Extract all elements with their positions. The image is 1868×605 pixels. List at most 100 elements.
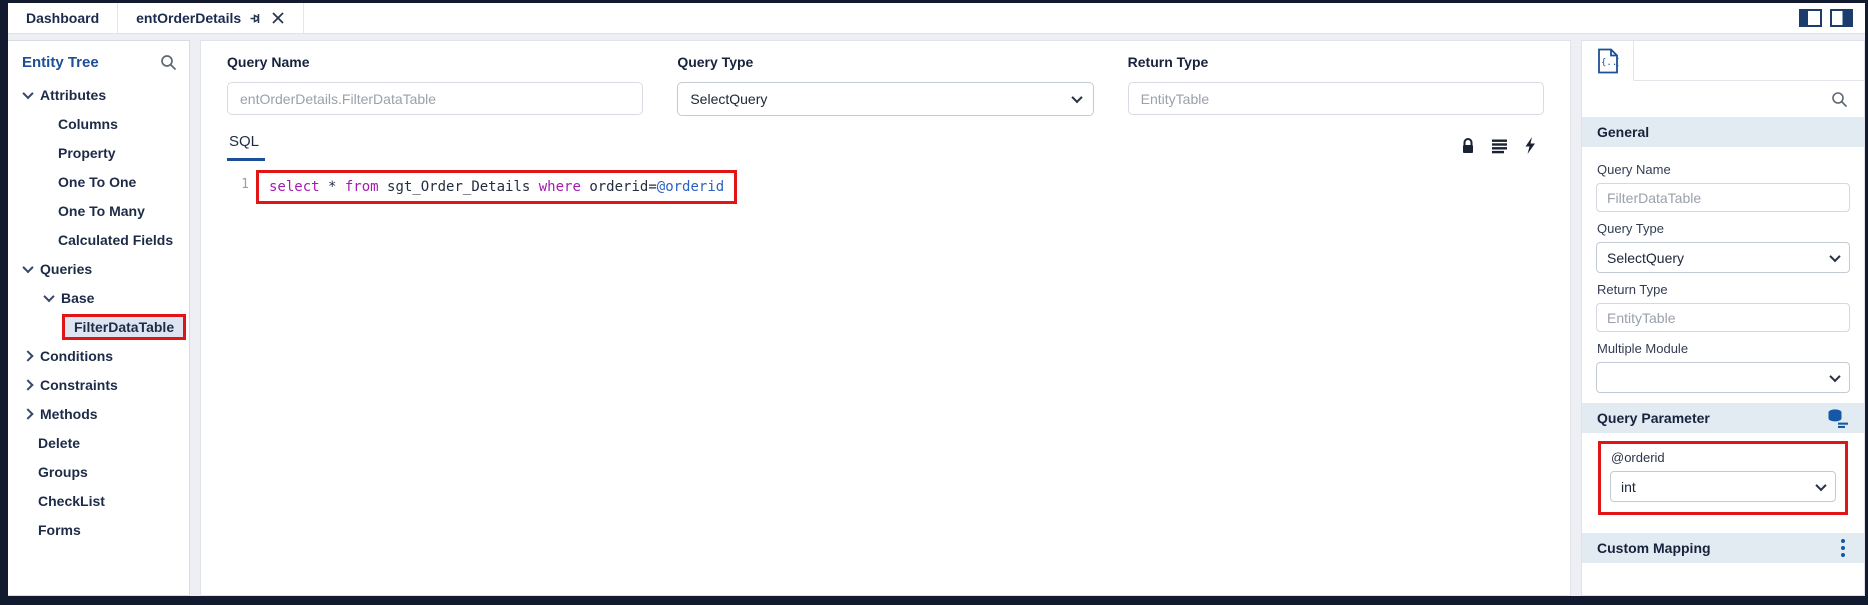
tab-entorderdetails[interactable]: entOrderDetails [118,3,305,33]
tab-label: Dashboard [26,10,100,26]
query-type-label: Query Type [677,54,754,70]
search-icon[interactable] [160,54,177,71]
inspector-query-type-value: SelectQuery [1607,249,1685,266]
properties-panel: {..} General Query Name Query [1581,40,1865,596]
general-section-title: General [1597,124,1650,140]
multiple-module-select[interactable] [1596,362,1850,393]
tree-item-columns[interactable]: Columns [8,109,189,138]
tree-item-queries[interactable]: Queries [8,254,189,283]
chevron-down-icon [1829,250,1841,262]
selected-item-highlight: FilterDataTable [62,313,186,340]
chevron-right-icon [22,378,34,391]
format-lines-icon[interactable] [1491,138,1508,154]
parameter-highlight: @orderid int [1598,441,1848,515]
document-tab-bar: Dashboard entOrderDetails [8,3,1865,34]
multiple-module-label: Multiple Module [1597,341,1689,356]
query-type-value: SelectQuery [690,91,768,107]
close-icon[interactable] [271,11,285,25]
sql-code-editor[interactable]: 1 select * from sgt_Order_Details where … [227,170,1544,204]
tree-item-calculated-fields[interactable]: Calculated Fields [8,225,189,254]
tree-item-delete[interactable]: Delete [8,428,189,457]
query-type-select[interactable]: SelectQuery [677,82,1094,116]
kebab-menu-icon[interactable] [1837,537,1849,559]
tree-item-label: Columns [58,115,118,132]
tree-item-label: One To One [58,173,137,190]
sql-token: @orderid [656,179,725,195]
tab-query-properties[interactable]: {..} [1582,41,1634,81]
sql-token: sgt_Order_Details [387,179,539,195]
chevron-down-icon [22,261,34,273]
query-name-label: Query Name [227,54,310,70]
tree-item-label: Constraints [40,376,118,393]
line-number: 1 [241,177,249,192]
tree-item-label: One To Many [58,202,145,219]
tree-item-label: Property [58,144,116,161]
sql-tab-label: SQL [229,133,260,150]
inspector-return-type-input[interactable] [1596,303,1850,332]
custom-mapping-section-header: Custom Mapping [1582,533,1864,563]
database-parameter-icon[interactable] [1827,408,1849,428]
query-name-input[interactable] [227,82,644,115]
lightning-icon[interactable] [1523,137,1536,154]
inspector-return-type-label: Return Type [1597,282,1668,297]
inspector-query-type-label: Query Type [1597,221,1664,236]
sql-token: from [344,179,388,195]
lock-icon[interactable] [1460,137,1476,154]
general-section-header: General [1582,117,1864,147]
return-type-input[interactable] [1127,82,1544,115]
parameter-type-select[interactable]: int [1610,471,1836,502]
tree-item-filterdatatable[interactable]: FilterDataTable [8,312,189,341]
tree-item-label: Methods [40,405,98,422]
panel-right-icon[interactable] [1830,9,1853,27]
tree-item-checklist[interactable]: CheckList [8,486,189,515]
sql-code-highlight: select * from sgt_Order_Details where or… [256,170,738,204]
tree-item-one-to-one[interactable]: One To One [8,167,189,196]
inspector-query-name-input[interactable] [1596,183,1850,212]
tree-item-property[interactable]: Property [8,138,189,167]
tree-item-label: Queries [40,260,93,277]
sql-token: orderid= [589,179,657,195]
tree-item-methods[interactable]: Methods [8,399,189,428]
tree-item-one-to-many[interactable]: One To Many [8,196,189,225]
parameter-type-value: int [1621,478,1636,495]
tree-item-attributes[interactable]: Attributes [8,80,189,109]
tree-item-label: Delete [38,434,81,451]
entity-tree-panel: Entity Tree Attributes Columns Property … [8,40,190,596]
custom-mapping-title: Custom Mapping [1597,540,1711,556]
tree-item-label: Conditions [40,347,114,364]
tree-item-constraints[interactable]: Constraints [8,370,189,399]
sql-token: * [328,179,345,195]
chevron-down-icon [22,87,34,99]
entity-tree: Attributes Columns Property One To One O… [8,80,189,544]
query-parameter-title: Query Parameter [1597,410,1710,426]
parameter-name-label: @orderid [1611,450,1665,465]
query-parameter-section-header: Query Parameter [1582,403,1864,433]
tree-item-forms[interactable]: Forms [8,515,189,544]
tree-item-label: Groups [38,463,88,480]
entity-tree-title: Entity Tree [22,54,99,71]
app-window: Dashboard entOrderDetails Entity Tree At… [0,0,1868,605]
search-icon[interactable] [1831,91,1848,108]
tree-item-label: Attributes [40,86,107,103]
chevron-right-icon [22,407,34,420]
code-file-icon: {..} [1597,48,1619,73]
tab-dashboard[interactable]: Dashboard [8,3,119,33]
tree-item-groups[interactable]: Groups [8,457,189,486]
tree-item-base[interactable]: Base [8,283,189,312]
svg-text:{..}: {..} [1601,58,1619,68]
inspector-query-type-select[interactable]: SelectQuery [1596,242,1850,273]
return-type-label: Return Type [1127,54,1209,70]
tree-item-label: Calculated Fields [58,231,174,248]
tree-item-label: CheckList [38,492,105,509]
sql-token: where [538,179,590,195]
chevron-down-icon [43,290,55,302]
tree-item-conditions[interactable]: Conditions [8,341,189,370]
chevron-right-icon [22,349,34,362]
pin-icon[interactable] [249,11,264,26]
sql-token: select [269,179,329,195]
panel-left-icon[interactable] [1799,9,1822,27]
tree-item-label: Forms [38,521,81,538]
chevron-down-icon [1815,479,1827,491]
tab-label: entOrderDetails [136,10,242,26]
tab-sql[interactable]: SQL [227,133,266,161]
